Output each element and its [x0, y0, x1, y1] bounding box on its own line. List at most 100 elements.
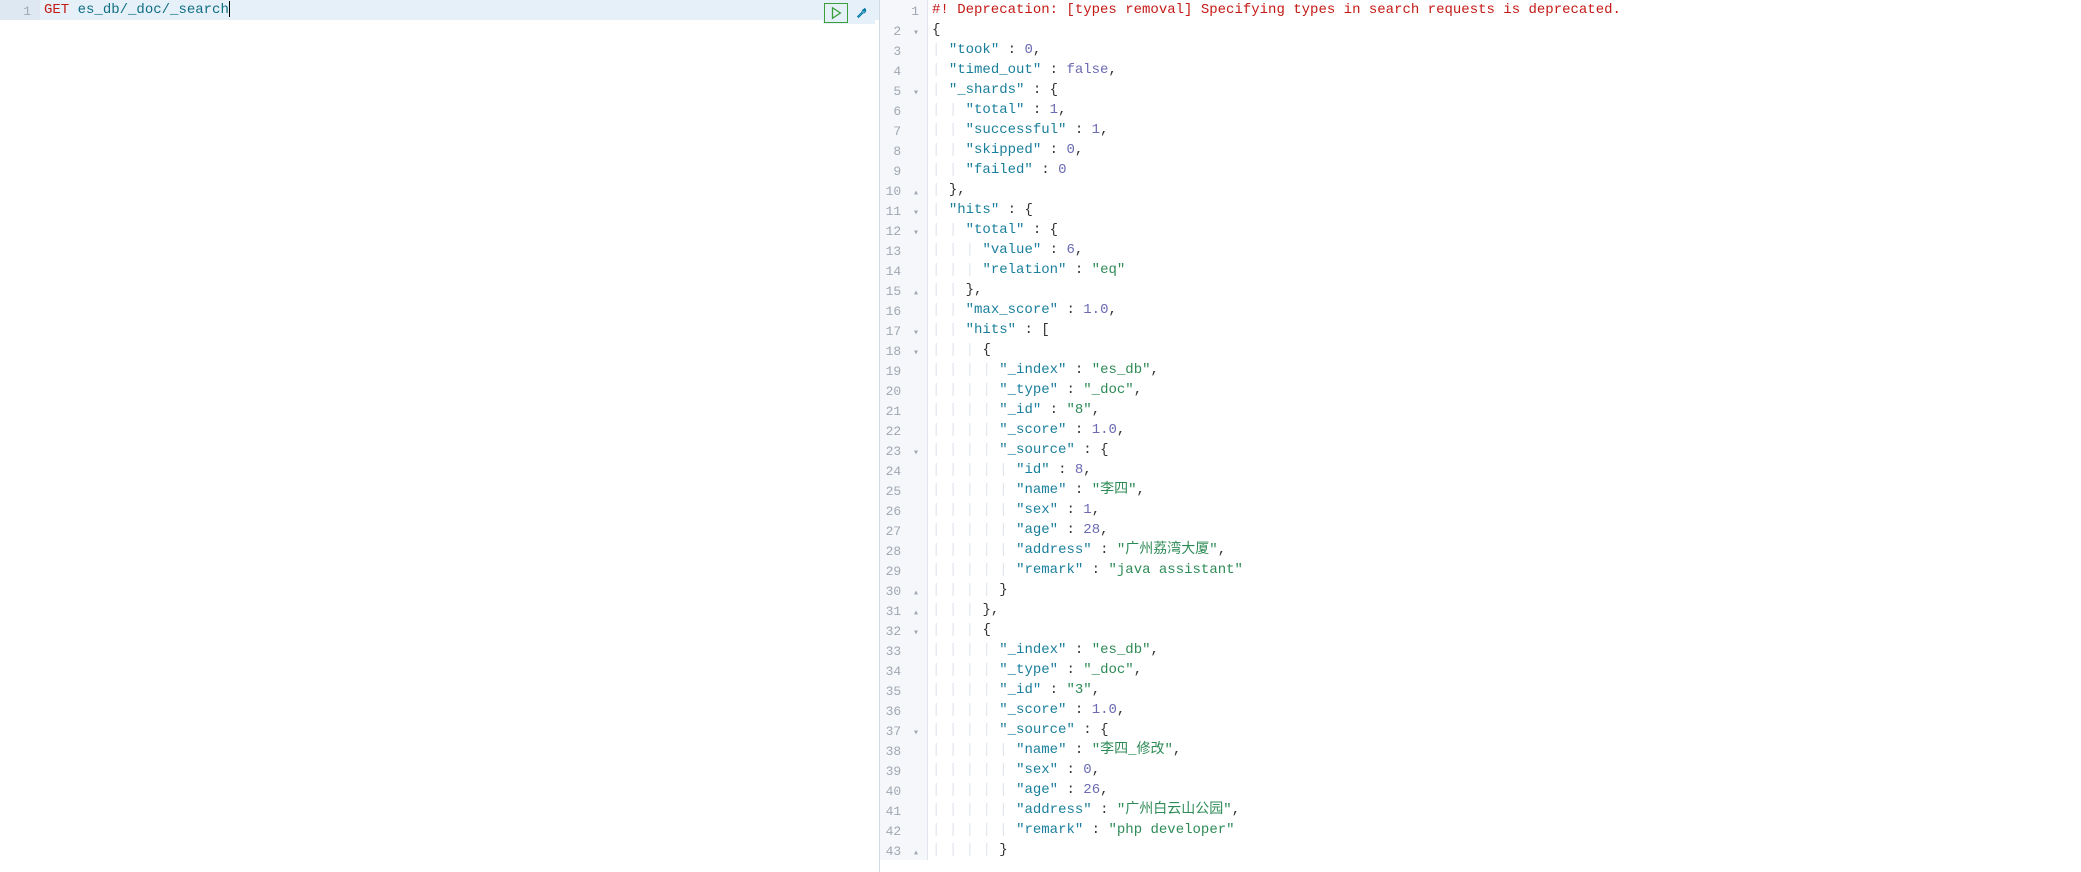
response-code[interactable]: | | | "value" : 6, — [928, 240, 2081, 260]
token-num: 6 — [1066, 242, 1074, 258]
token-punct: : { — [1024, 222, 1058, 238]
token-num: 1.0 — [1092, 422, 1117, 438]
token-key: "_type" — [999, 382, 1058, 398]
token-punct: }, — [966, 282, 983, 298]
response-code[interactable]: | | | | "_type" : "_doc", — [928, 660, 2081, 680]
response-code[interactable]: { — [928, 20, 2081, 40]
response-line: 22 | | | | "_score" : 1.0, — [880, 420, 2081, 440]
response-code[interactable]: | | | | } — [928, 580, 2081, 600]
line-number: 24 — [880, 460, 928, 480]
line-number: 7 — [880, 120, 928, 140]
response-code[interactable]: | | | | | "age" : 26, — [928, 780, 2081, 800]
token-punct: , — [1033, 42, 1041, 58]
response-panel: 1 #! Deprecation: [types removal] Specify… — [880, 0, 2081, 872]
deprecation-warning: #! Deprecation: [types removal] Specifyi… — [932, 2, 1621, 18]
token-punct: : — [1083, 562, 1108, 578]
response-code[interactable]: | | | | | "sex" : 0, — [928, 760, 2081, 780]
response-code[interactable]: | | | | | "name" : "李四", — [928, 480, 2081, 500]
token-punct: : — [1066, 482, 1091, 498]
response-code[interactable]: | }, — [928, 180, 2081, 200]
token-key: "_score" — [999, 422, 1066, 438]
response-code[interactable]: | | | | "_index" : "es_db", — [928, 640, 2081, 660]
response-code[interactable]: | | | { — [928, 340, 2081, 360]
request-line[interactable]: 1 GET es_db/_doc/_search — [0, 0, 879, 20]
response-code[interactable]: | | | { — [928, 620, 2081, 640]
token-punct: } — [999, 582, 1007, 598]
response-code[interactable]: | "timed_out" : false, — [928, 60, 2081, 80]
line-number: 16 — [880, 300, 928, 320]
token-key: "successful" — [966, 122, 1067, 138]
token-key: "name" — [1016, 482, 1066, 498]
token-punct: , — [1218, 542, 1226, 558]
response-line: 39 | | | | | "sex" : 0, — [880, 760, 2081, 780]
response-line: 43 ▴| | | | } — [880, 840, 2081, 860]
response-code[interactable]: | | | | "_id" : "8", — [928, 400, 2081, 420]
response-code[interactable]: | "took" : 0, — [928, 40, 2081, 60]
token-str: "_doc" — [1083, 662, 1133, 678]
request-options-button[interactable] — [850, 3, 874, 23]
response-code[interactable]: | | | | | "address" : "广州白云山公园", — [928, 800, 2081, 820]
response-code[interactable]: | | | | | "remark" : "php developer" — [928, 820, 2081, 840]
token-key: "total" — [966, 222, 1025, 238]
response-code[interactable]: | | "skipped" : 0, — [928, 140, 2081, 160]
response-code[interactable]: | | "total" : 1, — [928, 100, 2081, 120]
response-code[interactable]: | | "hits" : [ — [928, 320, 2081, 340]
response-code[interactable]: | "_shards" : { — [928, 80, 2081, 100]
response-code[interactable]: | | | | } — [928, 840, 2081, 860]
response-code[interactable]: #! Deprecation: [types removal] Specifyi… — [928, 0, 2081, 20]
response-line: 1#! Deprecation: [types removal] Specify… — [880, 0, 2081, 20]
response-code[interactable]: | | | | "_id" : "3", — [928, 680, 2081, 700]
response-code[interactable]: | | "failed" : 0 — [928, 160, 2081, 180]
token-str: "广州荔湾大厦" — [1117, 542, 1218, 558]
response-code[interactable]: | | "max_score" : 1.0, — [928, 300, 2081, 320]
token-punct: : — [1058, 782, 1083, 798]
line-number: 20 — [880, 380, 928, 400]
response-line: 10 ▴| }, — [880, 180, 2081, 200]
token-punct: , — [1092, 502, 1100, 518]
token-num: 1 — [1083, 502, 1091, 518]
token-num: 0 — [1066, 142, 1074, 158]
response-code[interactable]: | | | | | "sex" : 1, — [928, 500, 2081, 520]
fold-marker[interactable]: ▴ — [909, 844, 919, 864]
response-code[interactable]: | | "total" : { — [928, 220, 2081, 240]
token-punct: , — [1092, 762, 1100, 778]
response-code[interactable]: | | | | | "age" : 28, — [928, 520, 2081, 540]
response-code[interactable]: | | | }, — [928, 600, 2081, 620]
token-str: "es_db" — [1092, 362, 1151, 378]
response-code[interactable]: | | | "relation" : "eq" — [928, 260, 2081, 280]
line-number: 1 — [0, 0, 40, 20]
token-str: "李四_修改" — [1092, 742, 1173, 758]
token-punct: : — [999, 42, 1024, 58]
response-code[interactable]: | "hits" : { — [928, 200, 2081, 220]
token-key: "remark" — [1016, 562, 1083, 578]
response-code[interactable]: | | | | "_type" : "_doc", — [928, 380, 2081, 400]
response-code[interactable]: | | | | "_index" : "es_db", — [928, 360, 2081, 380]
response-line: 33 | | | | "_index" : "es_db", — [880, 640, 2081, 660]
response-code[interactable]: | | | | "_source" : { — [928, 720, 2081, 740]
token-punct: , — [1058, 102, 1066, 118]
response-line: 20 | | | | "_type" : "_doc", — [880, 380, 2081, 400]
response-code[interactable]: | | | | | "remark" : "java assistant" — [928, 560, 2081, 580]
panel-resize-handle[interactable]: ⋮ — [873, 428, 880, 445]
token-punct: , — [1083, 462, 1091, 478]
response-code[interactable]: | | | | | "address" : "广州荔湾大厦", — [928, 540, 2081, 560]
response-line: 21 | | | | "_id" : "8", — [880, 400, 2081, 420]
token-key: "_source" — [999, 442, 1075, 458]
response-code[interactable]: | | }, — [928, 280, 2081, 300]
response-code[interactable]: | | | | | "id" : 8, — [928, 460, 2081, 480]
response-line: 40 | | | | | "age" : 26, — [880, 780, 2081, 800]
response-line: 25 | | | | | "name" : "李四", — [880, 480, 2081, 500]
response-code[interactable]: | | "successful" : 1, — [928, 120, 2081, 140]
run-request-button[interactable] — [824, 3, 848, 23]
token-punct: } — [999, 842, 1007, 858]
line-number: 37 ▾ — [880, 720, 928, 740]
line-number: 21 — [880, 400, 928, 420]
response-code[interactable]: | | | | | "name" : "李四_修改", — [928, 740, 2081, 760]
response-code[interactable]: | | | | "_score" : 1.0, — [928, 700, 2081, 720]
token-num: 0 — [1083, 762, 1091, 778]
response-code[interactable]: | | | | "_source" : { — [928, 440, 2081, 460]
token-punct: { — [932, 22, 940, 38]
response-code[interactable]: | | | | "_score" : 1.0, — [928, 420, 2081, 440]
line-number: 38 — [880, 740, 928, 760]
request-code[interactable]: GET es_db/_doc/_search — [40, 0, 879, 20]
